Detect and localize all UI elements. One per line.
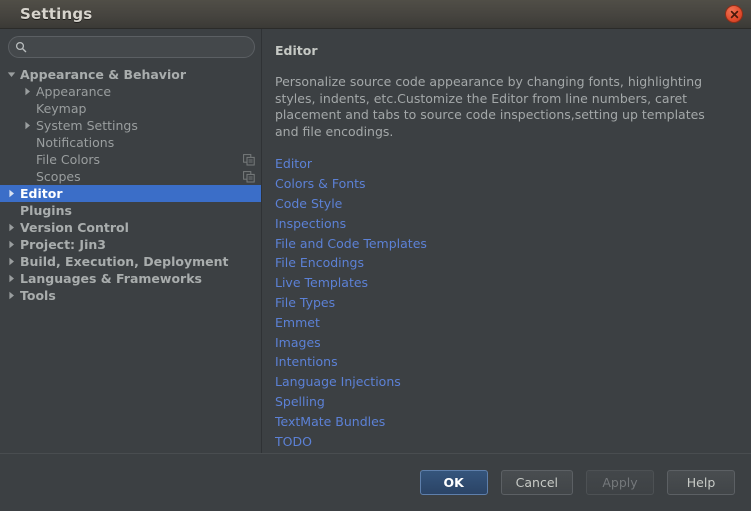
- list-item: File Types: [275, 293, 735, 313]
- sidebar-item-system-settings[interactable]: System Settings: [0, 117, 261, 134]
- sidebar-item-label: Appearance & Behavior: [20, 67, 186, 82]
- subsection-link[interactable]: Emmet: [275, 315, 320, 330]
- sidebar-item-label: Keymap: [36, 101, 87, 116]
- dialog-button-bar: OK Cancel Apply Help: [0, 453, 751, 511]
- sidebar-item-label: Project: Jin3: [20, 237, 106, 252]
- sidebar-item-label: File Colors: [36, 152, 101, 167]
- sidebar-item-label: Tools: [20, 288, 56, 303]
- help-button[interactable]: Help: [667, 470, 735, 495]
- chevron-right-icon[interactable]: [4, 189, 18, 198]
- settings-sidebar: Appearance & Behavior Appearance Keymap Sys…: [0, 29, 262, 453]
- list-item: Emmet: [275, 312, 735, 332]
- sidebar-item-label: Languages & Frameworks: [20, 271, 202, 286]
- search-input[interactable]: [31, 40, 254, 54]
- subsection-link[interactable]: File Encodings: [275, 255, 364, 270]
- page-title: Editor: [275, 43, 318, 58]
- subsection-link[interactable]: Colors & Fonts: [275, 176, 366, 191]
- sidebar-item-appearance[interactable]: Appearance: [0, 83, 261, 100]
- subsection-link[interactable]: Images: [275, 335, 321, 350]
- subsection-link[interactable]: Spelling: [275, 394, 325, 409]
- list-item: File and Code Templates: [275, 233, 735, 253]
- copy-icon[interactable]: [243, 153, 255, 166]
- sidebar-item-editor[interactable]: Editor: [0, 185, 261, 202]
- list-item: Live Templates: [275, 273, 735, 293]
- sidebar-item-label: Appearance: [36, 84, 112, 99]
- sidebar-item-label: Plugins: [20, 203, 72, 218]
- cancel-button[interactable]: Cancel: [500, 470, 573, 495]
- chevron-right-icon[interactable]: [4, 257, 18, 266]
- apply-button: Apply: [586, 470, 654, 495]
- subsection-link[interactable]: Intentions: [275, 354, 338, 369]
- sidebar-item-label: Version Control: [20, 220, 129, 235]
- list-item: TODO: [275, 431, 735, 451]
- search-container: [0, 29, 261, 64]
- subsection-link[interactable]: Code Style: [275, 196, 342, 211]
- sidebar-item-label: Scopes: [36, 169, 81, 184]
- sidebar-item-scopes[interactable]: Scopes: [0, 168, 261, 185]
- list-item: File Encodings: [275, 253, 735, 273]
- chevron-down-icon[interactable]: [4, 70, 18, 79]
- chevron-right-icon[interactable]: [4, 240, 18, 249]
- list-item: Intentions: [275, 352, 735, 372]
- sidebar-item-plugins[interactable]: Plugins: [0, 202, 261, 219]
- list-item: TextMate Bundles: [275, 411, 735, 431]
- settings-tree[interactable]: Appearance & Behavior Appearance Keymap Sys…: [0, 64, 261, 453]
- sidebar-item-notifications[interactable]: Notifications: [0, 134, 261, 151]
- list-item: Spelling: [275, 392, 735, 412]
- settings-dialog: Settings Appearance & Behavior Appearance…: [0, 0, 751, 511]
- list-item: Images: [275, 332, 735, 352]
- title-bar: Settings: [0, 0, 751, 29]
- sidebar-item-appearance-behavior[interactable]: Appearance & Behavior: [0, 66, 261, 83]
- settings-main-panel: Editor Personalize source code appearanc…: [262, 29, 751, 453]
- subsection-link[interactable]: Inspections: [275, 216, 346, 231]
- list-item: Editor: [275, 154, 735, 174]
- chevron-right-icon[interactable]: [4, 274, 18, 283]
- search-icon: [15, 41, 27, 53]
- sidebar-item-tools[interactable]: Tools: [0, 287, 261, 304]
- search-field[interactable]: [8, 36, 255, 58]
- list-item: Code Style: [275, 194, 735, 214]
- subsection-link[interactable]: Language Injections: [275, 374, 401, 389]
- sidebar-item-file-colors[interactable]: File Colors: [0, 151, 261, 168]
- sidebar-item-label: Notifications: [36, 135, 115, 150]
- subsection-link[interactable]: TODO: [275, 434, 312, 449]
- chevron-right-icon[interactable]: [4, 223, 18, 232]
- sidebar-item-keymap[interactable]: Keymap: [0, 100, 261, 117]
- sidebar-item-build-execution-deployment[interactable]: Build, Execution, Deployment: [0, 253, 261, 270]
- subsection-link[interactable]: TextMate Bundles: [275, 414, 385, 429]
- list-item: Inspections: [275, 213, 735, 233]
- chevron-right-icon[interactable]: [4, 291, 18, 300]
- close-icon[interactable]: [725, 5, 743, 23]
- sidebar-item-version-control[interactable]: Version Control: [0, 219, 261, 236]
- sidebar-item-project-jin3[interactable]: Project: Jin3: [0, 236, 261, 253]
- sidebar-item-label: System Settings: [36, 118, 138, 133]
- chevron-right-icon[interactable]: [20, 121, 34, 130]
- subsection-link[interactable]: File Types: [275, 295, 335, 310]
- window-title: Settings: [20, 5, 93, 23]
- subsection-link-list: Editor Colors & Fonts Code Style Inspection…: [275, 154, 735, 451]
- dialog-body: Appearance & Behavior Appearance Keymap Sys…: [0, 29, 751, 453]
- sidebar-item-languages-frameworks[interactable]: Languages & Frameworks: [0, 270, 261, 287]
- copy-icon[interactable]: [243, 170, 255, 183]
- sidebar-item-label: Build, Execution, Deployment: [20, 254, 229, 269]
- list-item: Colors & Fonts: [275, 174, 735, 194]
- sidebar-item-label: Editor: [20, 186, 63, 201]
- subsection-link[interactable]: Editor: [275, 156, 312, 171]
- subsection-link[interactable]: Live Templates: [275, 275, 368, 290]
- ok-button[interactable]: OK: [419, 470, 488, 495]
- page-description: Personalize source code appearance by ch…: [275, 74, 705, 139]
- list-item: Language Injections: [275, 372, 735, 392]
- subsection-link[interactable]: File and Code Templates: [275, 236, 427, 251]
- chevron-right-icon[interactable]: [20, 87, 34, 96]
